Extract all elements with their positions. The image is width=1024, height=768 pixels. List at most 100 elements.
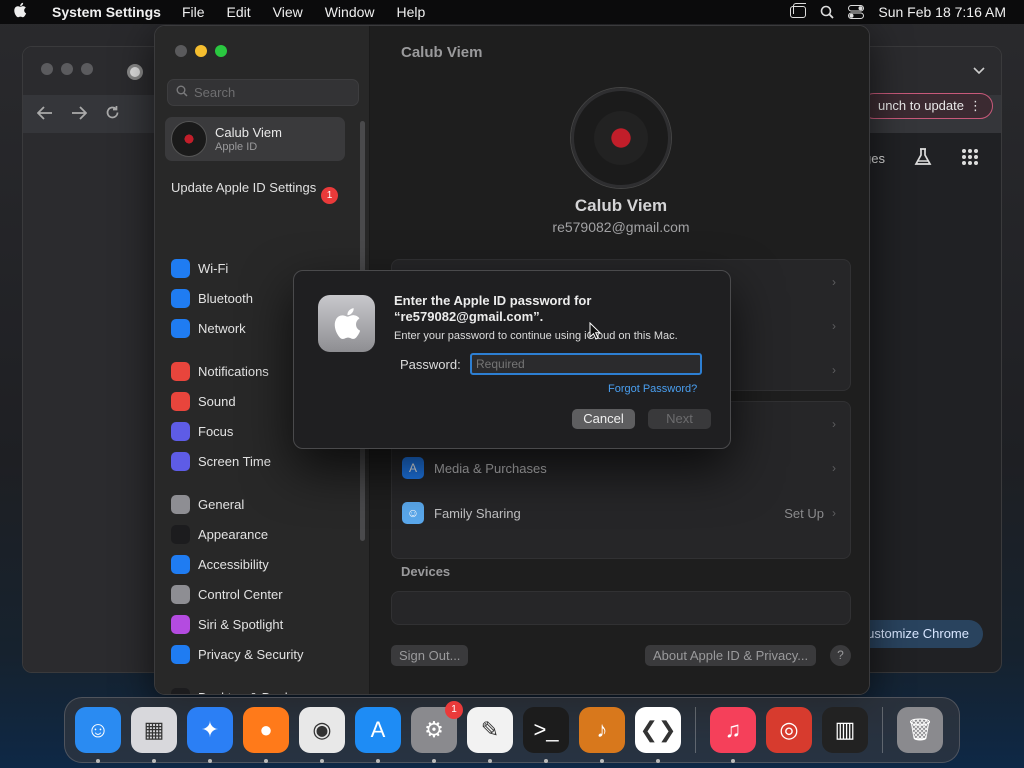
- dock-system-settings-icon[interactable]: ⚙ 1: [411, 701, 463, 763]
- chrome-tab-favicon-icon[interactable]: [127, 64, 143, 80]
- chrome-content-area: [23, 133, 158, 672]
- dialog-message: Enter your password to continue using iC…: [394, 330, 678, 342]
- about-apple-id-privacy-button[interactable]: About Apple ID & Privacy...: [645, 645, 817, 666]
- mouse-pointer-icon: [589, 321, 602, 345]
- sidebar-search-field[interactable]: Search: [167, 79, 359, 106]
- menu-view[interactable]: View: [262, 4, 314, 20]
- menu-edit[interactable]: Edit: [216, 4, 262, 20]
- sidebar-item-appearance[interactable]: Appearance: [171, 519, 361, 549]
- menu-window[interactable]: Window: [314, 4, 386, 20]
- dock-glyph: ⚙: [424, 717, 444, 742]
- customize-chrome-button[interactable]: ustomize Chrome: [853, 620, 983, 648]
- row-media-purchases[interactable]: A Media & Purchases ›: [392, 446, 850, 490]
- chevron-down-icon[interactable]: [973, 63, 985, 78]
- sidebar-item-apple-id[interactable]: Calub Viem Apple ID: [165, 117, 345, 161]
- sidebar-item-general[interactable]: General: [171, 489, 361, 519]
- password-field[interactable]: [470, 353, 702, 375]
- relaunch-label: unch to update: [877, 98, 964, 113]
- menu-help[interactable]: Help: [386, 4, 437, 20]
- dock-vscode-icon[interactable]: ❮❯: [635, 707, 681, 763]
- search-placeholder: Search: [194, 85, 236, 100]
- dock-terminal-icon[interactable]: >_: [523, 707, 569, 763]
- help-button[interactable]: ?: [830, 645, 851, 666]
- dock-textedit-icon[interactable]: ✎: [467, 707, 513, 763]
- app-store-icon: A: [402, 457, 424, 479]
- sidebar-item-control-center[interactable]: Control Center: [171, 579, 361, 609]
- chevron-right-icon: ›: [832, 319, 836, 333]
- next-button[interactable]: Next: [648, 409, 711, 429]
- dock-glyph: ✎: [480, 717, 500, 742]
- dock-glyph: ▥: [834, 717, 856, 742]
- dock-glyph: ♫: [724, 717, 742, 742]
- running-indicator: [264, 759, 268, 763]
- sidebar-item-screen-time[interactable]: Screen Time: [171, 446, 361, 476]
- relaunch-to-update-button[interactable]: unch to update ⋮: [860, 93, 993, 119]
- chevron-right-icon: ›: [832, 363, 836, 377]
- dock-firefox-icon[interactable]: ●: [243, 707, 289, 763]
- menu-bar-clock[interactable]: Sun Feb 18 7:16 AM: [878, 4, 1006, 20]
- dock-instruments-icon[interactable]: ◎: [766, 707, 812, 753]
- dock-glyph: >_: [533, 717, 559, 742]
- chrome-zoom-button[interactable]: [81, 63, 93, 75]
- reload-icon[interactable]: [105, 104, 120, 125]
- dock-music-icon[interactable]: ♫: [710, 707, 756, 763]
- chrome-close-button[interactable]: [41, 63, 53, 75]
- sidebar-item-siri-spotlight[interactable]: Siri & Spotlight: [171, 609, 361, 639]
- sidebar-item-label: Wi-Fi: [198, 260, 229, 276]
- chrome-window-controls: [41, 63, 93, 75]
- settings-zoom-button[interactable]: [215, 45, 227, 57]
- running-indicator: [544, 759, 548, 763]
- chevron-right-icon: ›: [832, 461, 836, 475]
- dock-glyph: ▦: [143, 717, 165, 742]
- apple-menu-icon[interactable]: [0, 2, 40, 22]
- dock-piano-icon[interactable]: ▥: [822, 707, 868, 753]
- dock-glyph: 🗑: [906, 717, 934, 742]
- dock-finder-icon[interactable]: ☺: [75, 707, 121, 763]
- running-indicator: [152, 759, 156, 763]
- row-family-sharing[interactable]: ☺ Family Sharing Set Up ›: [392, 490, 850, 536]
- moon-icon: [171, 421, 190, 441]
- apps-grid-icon[interactable]: [961, 148, 979, 169]
- forgot-password-link[interactable]: Forgot Password?: [608, 383, 697, 395]
- devices-section-title: Devices: [401, 564, 451, 579]
- dock-chrome-icon[interactable]: ◉: [299, 707, 345, 763]
- dock-safari-icon[interactable]: ✦: [187, 707, 233, 763]
- sidebar-item-label: Network: [198, 320, 246, 336]
- family-icon: ☺: [402, 502, 424, 524]
- menu-file[interactable]: File: [171, 4, 216, 20]
- sidebar-item-privacy-security[interactable]: Privacy & Security: [171, 639, 361, 669]
- menu-bar: System Settings File Edit View Window He…: [0, 0, 1024, 24]
- dock-garageband-icon[interactable]: ♪: [579, 707, 625, 763]
- dock-launchpad-icon[interactable]: ▦: [131, 707, 177, 763]
- sign-out-button[interactable]: Sign Out...: [391, 645, 469, 666]
- cancel-button[interactable]: Cancel: [572, 409, 635, 429]
- apple-id-password-dialog: Enter the Apple ID password for “re57908…: [293, 270, 731, 449]
- dock-separator: [882, 707, 883, 753]
- control-center-icon: [171, 584, 190, 604]
- sidebar-item-desktop-dock[interactable]: Desktop & Dock: [171, 682, 361, 694]
- spotlight-search-icon[interactable]: [820, 5, 834, 19]
- wifi-icon: [171, 258, 190, 278]
- labs-flask-icon[interactable]: [913, 147, 933, 170]
- back-arrow-icon[interactable]: [36, 104, 53, 125]
- dock-trash-icon[interactable]: 🗑: [897, 707, 943, 753]
- forward-arrow-icon[interactable]: [71, 104, 88, 125]
- globe-icon: [171, 318, 190, 338]
- profile-avatar[interactable]: [571, 88, 671, 188]
- settings-minimize-button[interactable]: [195, 45, 207, 57]
- running-indicator: [656, 759, 660, 763]
- sidebar-item-label: Accessibility: [198, 556, 269, 572]
- page-title: Calub Viem: [401, 44, 483, 61]
- dock-glyph: ✦: [200, 717, 220, 742]
- control-center-icon[interactable]: [848, 5, 865, 19]
- menu-app-name[interactable]: System Settings: [40, 4, 171, 20]
- dock-app-store-icon[interactable]: A: [355, 707, 401, 763]
- chrome-minimize-button[interactable]: [61, 63, 73, 75]
- sidebar-item-label: Control Center: [198, 586, 283, 602]
- dialog-title: Enter the Apple ID password for “re57908…: [394, 293, 592, 324]
- sidebar-item-accessibility[interactable]: Accessibility: [171, 549, 361, 579]
- stage-manager-icon[interactable]: [790, 3, 807, 18]
- settings-close-button[interactable]: [175, 45, 187, 57]
- gear-icon: [171, 494, 190, 514]
- sidebar-group: Desktop & Dock: [171, 682, 361, 694]
